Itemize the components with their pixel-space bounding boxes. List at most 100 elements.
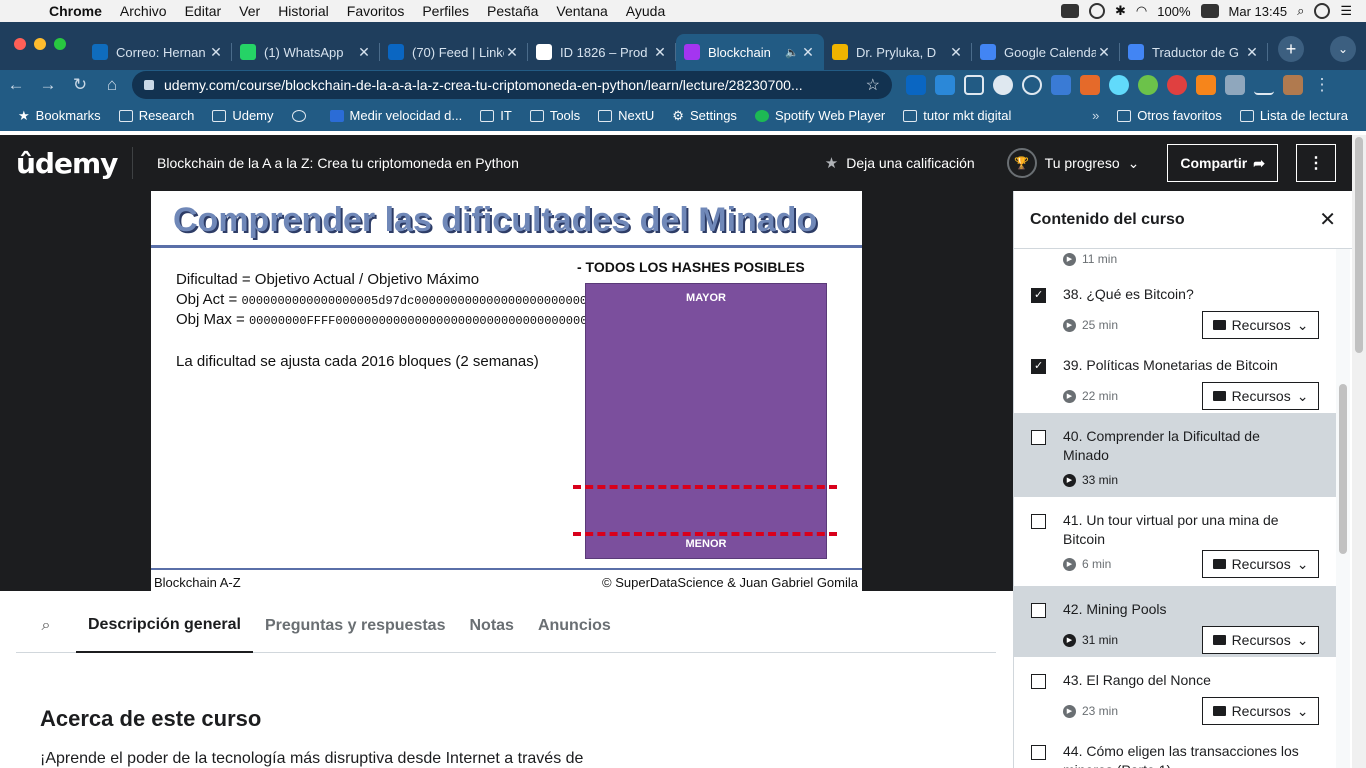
lesson-checkbox[interactable] bbox=[1031, 514, 1046, 529]
mk-extension-icon[interactable] bbox=[935, 75, 955, 95]
back-icon[interactable]: ← bbox=[0, 75, 32, 95]
tab-descripcion[interactable]: Descripción general bbox=[76, 600, 253, 653]
browser-tab[interactable]: Traductor de G ✕ bbox=[1120, 34, 1268, 70]
close-window-button[interactable] bbox=[14, 38, 26, 50]
frog-extension-icon[interactable] bbox=[1138, 75, 1158, 95]
tab-anuncios[interactable]: Anuncios bbox=[526, 600, 623, 653]
minimize-window-button[interactable] bbox=[34, 38, 46, 50]
forward-icon[interactable]: → bbox=[32, 75, 64, 95]
lesson-item[interactable]: 43. El Rango del Nonce ▶ 23 min Recursos ⌄ bbox=[1014, 657, 1336, 728]
browser-tab[interactable]: Google Calendar ✕ bbox=[972, 34, 1120, 70]
lesson-checkbox[interactable] bbox=[1031, 745, 1046, 760]
speaker-icon[interactable]: 🔈 bbox=[784, 46, 800, 59]
close-icon[interactable]: ✕ bbox=[1319, 207, 1336, 232]
lesson-item[interactable]: 41. Un tour virtual por una mina de Bitc… bbox=[1014, 497, 1336, 586]
tab-preguntas[interactable]: Preguntas y respuestas bbox=[253, 600, 458, 653]
address-bar[interactable]: udemy.com/course/blockchain-de-la-a-a-la… bbox=[132, 71, 892, 99]
control-center-icon[interactable]: ☰ bbox=[1340, 3, 1352, 19]
browser-tab[interactable]: Blockchain 🔈 ✕ bbox=[676, 34, 824, 70]
menu-app-name[interactable]: Chrome bbox=[40, 3, 111, 19]
browser-tab[interactable]: (1) WhatsApp ✕ bbox=[232, 34, 380, 70]
bookmark-nextu[interactable]: NextU bbox=[598, 108, 654, 123]
scrollbar-thumb[interactable] bbox=[1339, 384, 1347, 554]
bookmark-it[interactable]: IT bbox=[480, 108, 512, 123]
target-extension-icon[interactable] bbox=[1022, 75, 1042, 95]
sidebar-scrollbar[interactable] bbox=[1336, 249, 1350, 768]
clock[interactable]: Mar 13:45 bbox=[1229, 4, 1288, 19]
reload-icon[interactable]: ↻ bbox=[64, 75, 96, 95]
bookmark-udemy[interactable]: Udemy bbox=[212, 108, 274, 123]
browser-tab[interactable]: ID 1826 – Prod ✕ bbox=[528, 34, 676, 70]
menu-favoritos[interactable]: Favoritos bbox=[338, 3, 414, 19]
menu-historial[interactable]: Historial bbox=[269, 3, 338, 19]
home-icon[interactable]: ⌂ bbox=[96, 75, 128, 95]
reading-list-icon[interactable] bbox=[1254, 75, 1274, 95]
browser-tab[interactable]: Correo: Hernan ✕ bbox=[84, 34, 232, 70]
menu-editar[interactable]: Editar bbox=[176, 3, 231, 19]
reading-list[interactable]: Lista de lectura bbox=[1239, 108, 1348, 123]
resources-button[interactable]: Recursos ⌄ bbox=[1202, 626, 1319, 654]
course-title[interactable]: Blockchain de la A a la Z: Crea tu cript… bbox=[133, 155, 519, 171]
blue-extension-icon[interactable] bbox=[1051, 75, 1071, 95]
lesson-item[interactable]: 42. Mining Pools ▶ 31 min Recursos ⌄ bbox=[1014, 586, 1336, 657]
close-tab-icon[interactable]: ✕ bbox=[208, 44, 224, 61]
puzzle-extension-icon[interactable] bbox=[1225, 75, 1245, 95]
search-icon[interactable]: ⌕ bbox=[16, 617, 76, 635]
bookmark-speedtest[interactable]: Medir velocidad d... bbox=[329, 108, 462, 123]
lesson-checkbox[interactable] bbox=[1031, 430, 1046, 445]
url-text[interactable]: udemy.com/course/blockchain-de-la-a-a-la… bbox=[164, 77, 866, 93]
close-tab-icon[interactable]: ✕ bbox=[1244, 44, 1260, 61]
lesson-item[interactable]: 44. Cómo eligen las transacciones los mi… bbox=[1014, 728, 1336, 768]
tab-search-button[interactable]: ⌄ bbox=[1330, 36, 1356, 62]
close-tab-icon[interactable]: ✕ bbox=[652, 44, 668, 61]
browser-tab[interactable]: Dr. Pryluka, D ✕ bbox=[824, 34, 972, 70]
face-extension-icon[interactable] bbox=[993, 75, 1013, 95]
lock-icon[interactable] bbox=[144, 80, 154, 90]
rate-button[interactable]: ★ Deja una calificación bbox=[825, 154, 975, 172]
red-extension-icon[interactable] bbox=[1167, 75, 1187, 95]
profile-avatar[interactable] bbox=[1283, 75, 1303, 95]
bookmark-otros-favoritos[interactable]: Otros favoritos bbox=[1117, 108, 1222, 123]
lesson-item[interactable]: 38. ¿Qué es Bitcoin? ▶25 min Recursos⌄ bbox=[1014, 271, 1336, 342]
close-tab-icon[interactable]: ✕ bbox=[948, 44, 964, 61]
browser-tab[interactable]: (70) Feed | LinkedIn✕ bbox=[380, 34, 528, 70]
lesson-item[interactable]: 39. Políticas Monetarias de Bitcoin ▶22 … bbox=[1014, 342, 1336, 413]
close-tab-icon[interactable]: ✕ bbox=[356, 44, 372, 61]
bookmark-spotify[interactable]: Spotify Web Player bbox=[754, 108, 885, 123]
spotlight-icon[interactable]: ⌕ bbox=[1297, 3, 1304, 19]
bookmark-tutor-mkt[interactable]: tutor mkt digital bbox=[903, 108, 1011, 123]
resources-button[interactable]: Recursos ⌄ bbox=[1202, 550, 1319, 578]
grid-extension-icon[interactable] bbox=[964, 75, 984, 95]
close-tab-icon[interactable]: ✕ bbox=[504, 44, 520, 61]
lesson-item[interactable]: ▶ 11 min bbox=[1014, 249, 1336, 271]
menu-archivo[interactable]: Archivo bbox=[111, 3, 176, 19]
menu-ventana[interactable]: Ventana bbox=[547, 3, 616, 19]
time-machine-icon[interactable] bbox=[1089, 3, 1106, 19]
menu-perfiles[interactable]: Perfiles bbox=[413, 3, 478, 19]
lesson-checkbox[interactable] bbox=[1031, 359, 1046, 374]
bluetooth-icon[interactable]: ✱ bbox=[1115, 3, 1126, 19]
siri-icon[interactable] bbox=[1314, 3, 1331, 19]
resources-button[interactable]: Recursos ⌄ bbox=[1202, 311, 1319, 339]
wifi-icon[interactable]: ◠ bbox=[1136, 3, 1147, 19]
resources-button[interactable]: Recursos ⌄ bbox=[1202, 382, 1319, 410]
lesson-checkbox[interactable] bbox=[1031, 674, 1046, 689]
bookmark-bookmarks[interactable]: ★ Bookmarks bbox=[18, 108, 101, 124]
menu-ver[interactable]: Ver bbox=[230, 3, 269, 19]
orange-extension-icon[interactable] bbox=[1080, 75, 1100, 95]
lesson-checkbox[interactable] bbox=[1031, 288, 1046, 303]
zoom-window-button[interactable] bbox=[54, 38, 66, 50]
chrome-menu-icon[interactable]: ⋮ bbox=[1312, 75, 1332, 95]
page-scrollbar[interactable] bbox=[1352, 135, 1366, 768]
bookmarks-overflow-icon[interactable]: » bbox=[1092, 108, 1099, 123]
close-tab-icon[interactable]: ✕ bbox=[1096, 44, 1112, 61]
tab-notas[interactable]: Notas bbox=[457, 600, 525, 653]
more-options-button[interactable]: ⋮ bbox=[1296, 144, 1336, 182]
menu-pestana[interactable]: Pestaña bbox=[478, 3, 547, 19]
metamask-extension-icon[interactable] bbox=[1196, 75, 1216, 95]
video-player[interactable]: Comprender las dificultades del Minado D… bbox=[0, 191, 1013, 591]
resources-button[interactable]: Recursos ⌄ bbox=[1202, 697, 1319, 725]
scrollbar-thumb[interactable] bbox=[1355, 137, 1363, 353]
close-tab-icon[interactable]: ✕ bbox=[800, 44, 816, 61]
lesson-item-current[interactable]: 40. Comprender la Dificultad de Minado ▶… bbox=[1014, 413, 1336, 497]
